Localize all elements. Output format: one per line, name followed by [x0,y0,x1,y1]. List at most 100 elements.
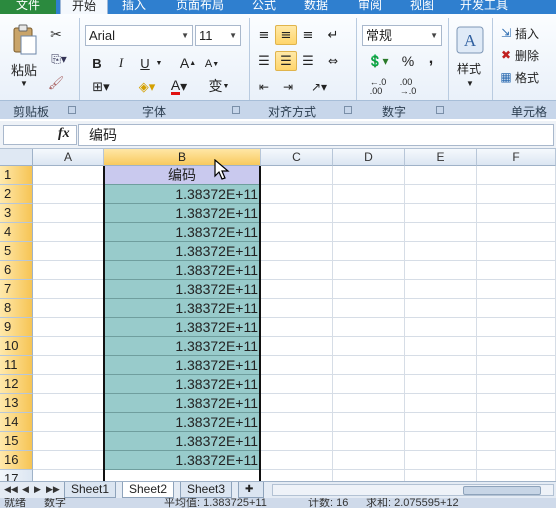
align-top-icon[interactable]: ≡ [254,26,274,44]
horizontal-scrollbar[interactable] [272,484,554,496]
cell[interactable] [261,432,333,451]
cell[interactable] [477,356,556,375]
row-header[interactable]: 12 [0,375,33,394]
cell-b[interactable]: 1.38372E+11 [104,185,260,204]
cell[interactable] [33,356,104,375]
cell[interactable] [33,166,104,185]
cell[interactable] [33,375,104,394]
cell[interactable] [333,185,405,204]
format-painter-icon[interactable]: 🖌 [46,74,66,92]
column-header-c[interactable]: C [261,149,333,166]
cell[interactable] [477,451,556,470]
styles-icon[interactable]: A [454,24,486,56]
cell[interactable] [33,394,104,413]
cell[interactable] [477,318,556,337]
paste-icon[interactable] [8,22,42,58]
cell[interactable] [333,413,405,432]
increase-decimal-button[interactable]: ←.0.00 [364,78,392,96]
row-header[interactable]: 1 [0,166,33,185]
cell-b[interactable]: 1.38372E+11 [104,451,260,470]
cell[interactable] [405,375,477,394]
row-header[interactable]: 9 [0,318,33,337]
cell[interactable] [477,375,556,394]
grow-font-button[interactable]: A ▲ [178,54,198,72]
font-size-select[interactable]: 11 ▼ [195,25,241,46]
italic-button[interactable]: I [112,54,130,72]
cut-icon[interactable]: ✂ [46,26,66,44]
cell[interactable] [333,451,405,470]
cell-b[interactable]: 1.38372E+11 [104,242,260,261]
cell[interactable] [405,299,477,318]
tab-developer[interactable]: 开发工具 [454,0,514,14]
cell-b[interactable]: 1.38372E+11 [104,394,260,413]
dialog-launcher-icon[interactable] [232,106,240,114]
cell[interactable] [261,318,333,337]
row-header[interactable]: 11 [0,356,33,375]
row-header[interactable]: 7 [0,280,33,299]
cell[interactable] [405,432,477,451]
cell-b[interactable]: 1.38372E+11 [104,413,260,432]
cell[interactable] [405,242,477,261]
row-header[interactable]: 6 [0,261,33,280]
delete-cells-button[interactable]: 删除 [515,47,551,63]
cell[interactable] [33,470,104,481]
styles-button-label[interactable]: 样式 [452,60,486,76]
insert-cells-icon[interactable]: ⇲ [498,25,514,41]
select-all-corner[interactable] [0,149,33,166]
cell[interactable] [33,280,104,299]
cell[interactable] [477,394,556,413]
delete-cells-icon[interactable]: ✖ [498,47,514,63]
first-sheet-icon[interactable]: ◀◀ [4,484,18,495]
cell-b[interactable]: 1.38372E+11 [104,204,260,223]
cell[interactable] [261,394,333,413]
cell[interactable] [33,413,104,432]
cell-b[interactable]: 1.38372E+11 [104,223,260,242]
cell[interactable] [477,204,556,223]
shrink-font-button[interactable]: A ▼ [202,56,222,72]
align-bottom-icon[interactable]: ≡ [298,26,318,44]
cell[interactable] [405,204,477,223]
cell[interactable] [405,166,477,185]
cell[interactable] [33,204,104,223]
bold-button[interactable]: B [88,54,106,72]
cell-b[interactable]: 1.38372E+11 [104,356,260,375]
cell[interactable] [333,470,405,481]
cell[interactable] [333,375,405,394]
cell[interactable] [477,337,556,356]
cell-b[interactable] [104,470,260,481]
cell[interactable] [33,299,104,318]
cell[interactable] [405,394,477,413]
row-header[interactable]: 2 [0,185,33,204]
cell[interactable] [333,432,405,451]
row-header[interactable]: 4 [0,223,33,242]
border-icon[interactable]: ⊞▾ [88,78,114,96]
sheet-tab-sheet2[interactable]: Sheet2 [122,482,175,498]
column-header-b[interactable]: B [104,149,261,166]
cell[interactable] [33,337,104,356]
row-header[interactable]: 17 [0,470,33,481]
cell[interactable] [477,299,556,318]
cell[interactable] [477,470,556,481]
paste-button-label[interactable]: 粘贴 [8,60,40,78]
cell-b[interactable]: 1.38372E+11 [104,261,260,280]
cell[interactable] [333,223,405,242]
column-header-d[interactable]: D [333,149,405,166]
cell-b[interactable]: 编码 [104,166,260,185]
cell[interactable] [33,451,104,470]
cell[interactable] [261,356,333,375]
cell[interactable] [261,166,333,185]
row-header[interactable]: 15 [0,432,33,451]
tab-page-layout[interactable]: 页面布局 [168,0,232,14]
number-format-select[interactable]: 常规 ▼ [362,25,442,46]
cell[interactable] [477,223,556,242]
cell[interactable] [33,432,104,451]
cell[interactable] [477,166,556,185]
cell[interactable] [405,318,477,337]
phonetic-button[interactable]: 变 ▼ [206,76,232,96]
cell[interactable] [261,375,333,394]
comma-style-button[interactable]: , [422,50,440,68]
cell[interactable] [333,261,405,280]
cell[interactable] [261,451,333,470]
new-sheet-icon[interactable]: ✚ [238,482,264,498]
cell-b[interactable]: 1.38372E+11 [104,280,260,299]
